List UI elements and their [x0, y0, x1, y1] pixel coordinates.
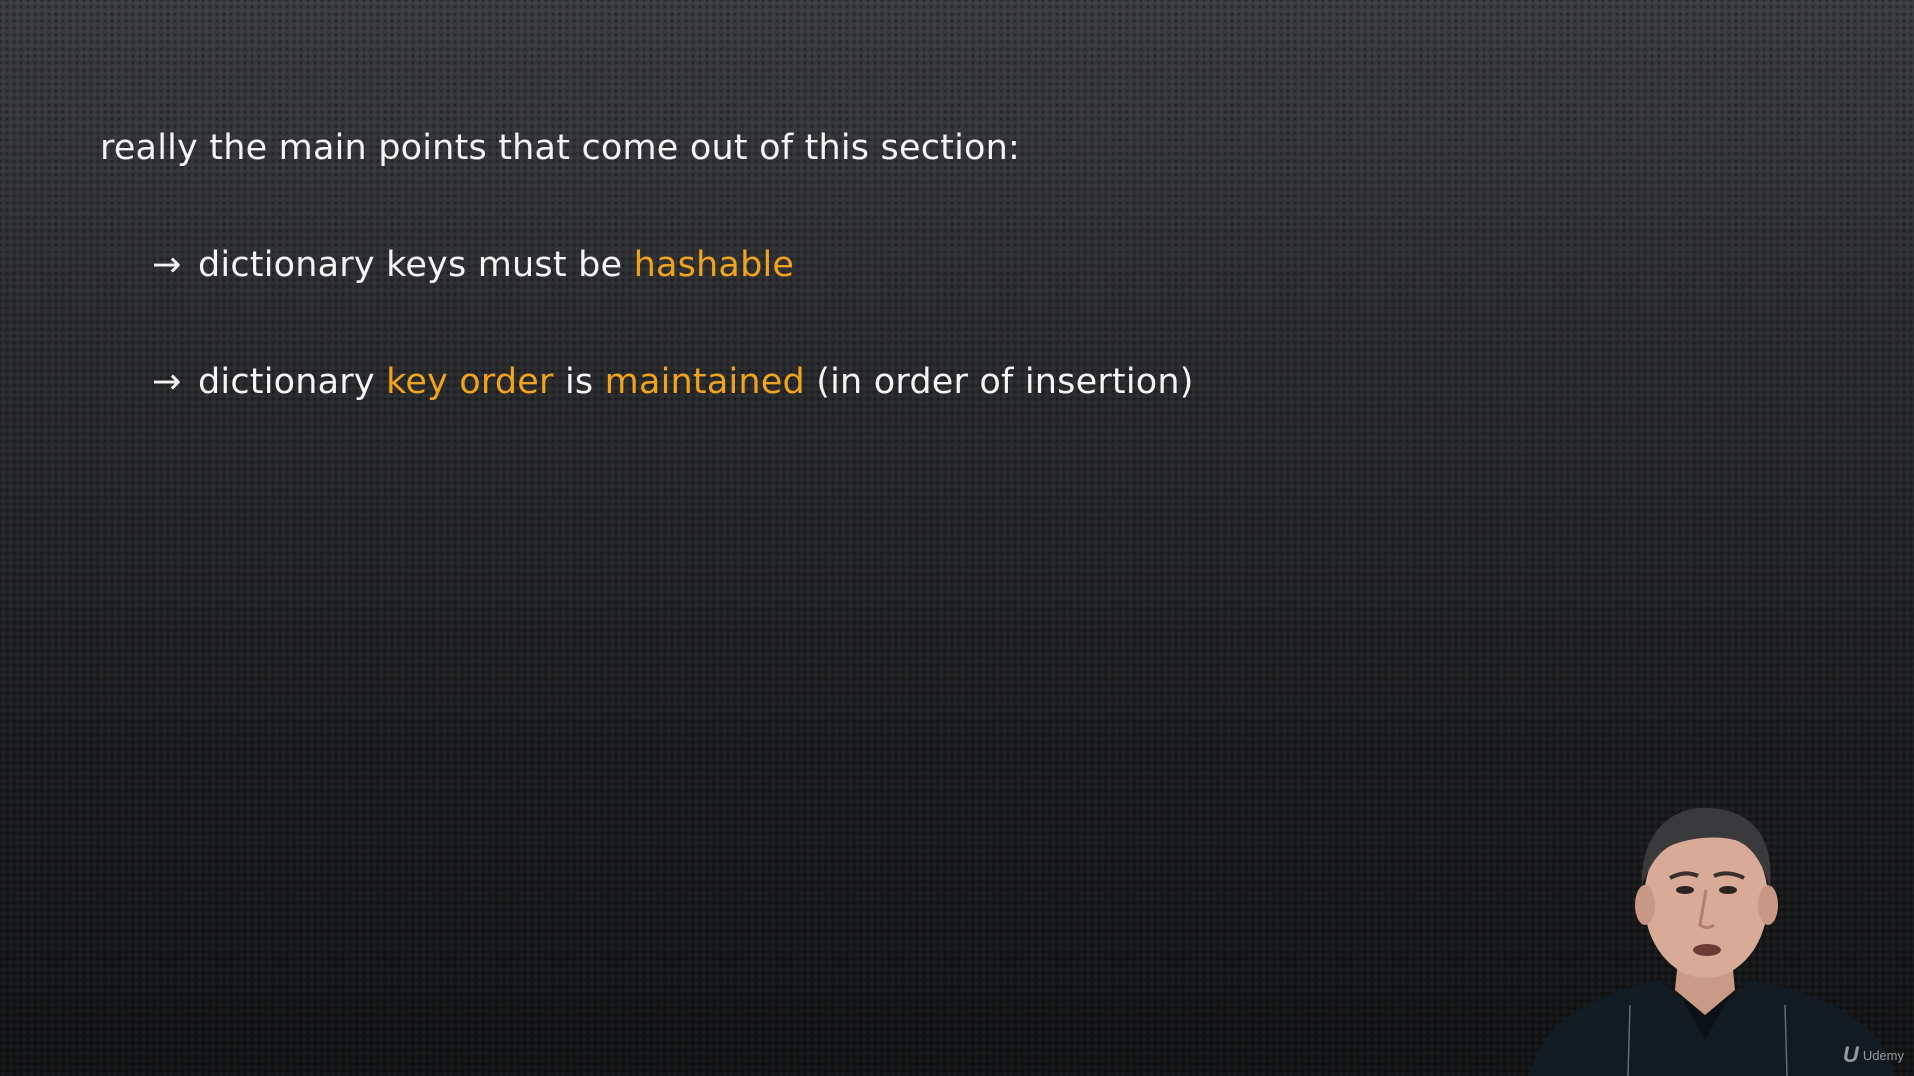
bullet-text: is	[553, 362, 605, 402]
arrow-right-icon: →	[152, 362, 182, 402]
presenter-video-icon	[1530, 807, 1895, 1076]
presenter-video	[1500, 790, 1914, 1076]
arrow-right-icon: →	[152, 245, 182, 285]
slide-heading: really the main points that come out of …	[100, 128, 1021, 168]
bullet-text: dictionary keys must be	[198, 245, 634, 285]
bullet-key-order: → dictionary key order is maintained (in …	[152, 362, 1194, 402]
bullet-text: dictionary	[198, 362, 387, 402]
bullet-hashable-keys: → dictionary keys must be hashable	[152, 245, 794, 285]
bullet-text: (in order of insertion)	[804, 362, 1194, 402]
udemy-logo-icon: U	[1842, 1042, 1859, 1067]
highlight-hashable: hashable	[633, 245, 795, 285]
highlight-key-order: key order	[386, 362, 554, 402]
udemy-watermark: U Udemy	[1843, 1044, 1904, 1066]
highlight-maintained: maintained	[604, 362, 805, 402]
udemy-text: Udemy	[1862, 1047, 1904, 1063]
